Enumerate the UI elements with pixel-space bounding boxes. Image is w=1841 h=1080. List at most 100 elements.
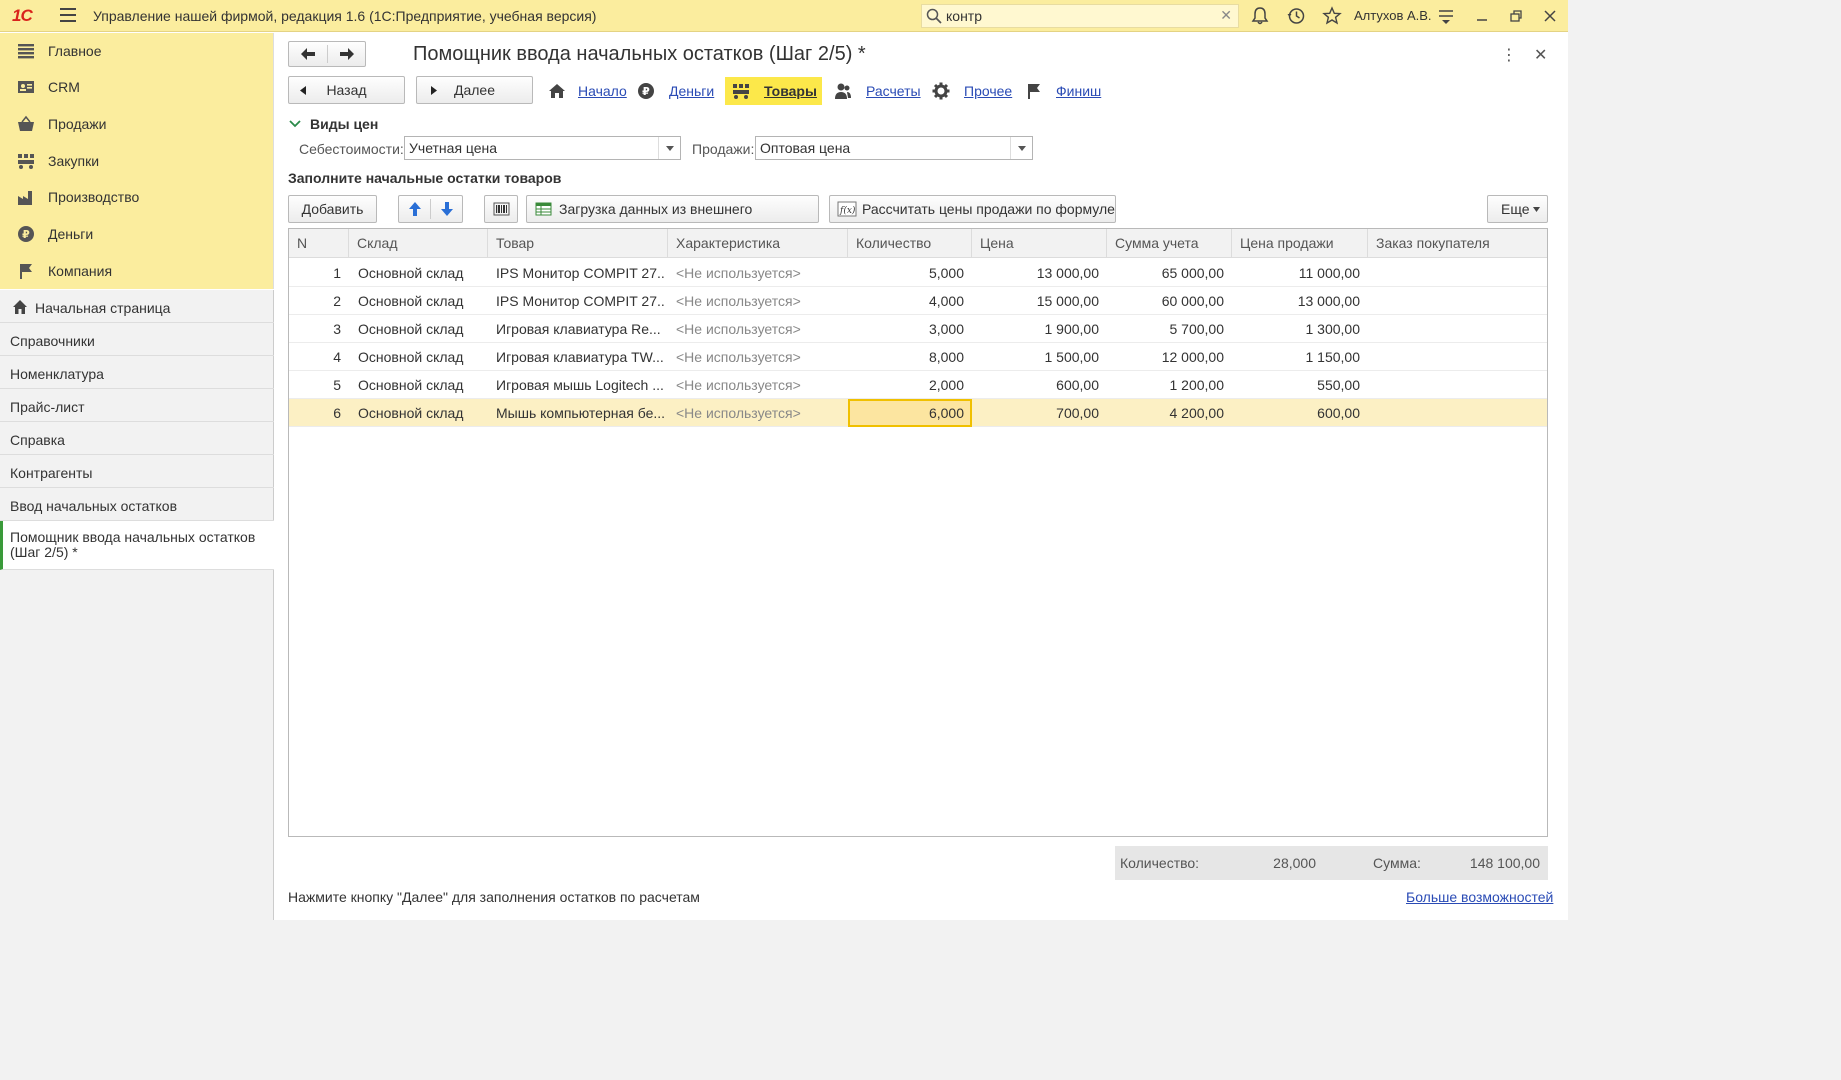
section-money[interactable]: ₽ Деньги: [0, 216, 274, 252]
table-row[interactable]: 1 Основной склад IPS Монитор COMPIT 27... <…: [289, 259, 1547, 287]
cell-n[interactable]: 5: [289, 371, 341, 399]
search-box[interactable]: ✕: [921, 4, 1239, 28]
cell-order[interactable]: [1376, 315, 1544, 343]
cell-warehouse[interactable]: Основной склад: [358, 371, 483, 399]
sales-price-field[interactable]: Оптовая цена: [755, 136, 1033, 160]
cell-product[interactable]: IPS Монитор COMPIT 27...: [496, 259, 664, 287]
column-header-order[interactable]: Заказ покупателя: [1368, 229, 1547, 258]
history-back-button[interactable]: [289, 42, 327, 66]
cell-order[interactable]: [1376, 287, 1544, 315]
cell-sum[interactable]: 1 200,00: [1107, 371, 1225, 399]
cell-product[interactable]: Игровая мышь Logitech ...: [496, 371, 664, 399]
cell-warehouse[interactable]: Основной склад: [358, 343, 483, 371]
column-header-product[interactable]: Товар: [488, 229, 668, 258]
cell-feature[interactable]: <Не используется>: [676, 343, 844, 371]
column-header-sale-price[interactable]: Цена продажи: [1232, 229, 1368, 258]
open-window-help[interactable]: Справка: [0, 422, 274, 455]
cell-warehouse[interactable]: Основной склад: [358, 315, 483, 343]
column-header-feature[interactable]: Характеристика: [668, 229, 848, 258]
cell-product[interactable]: IPS Монитор COMPIT 27...: [496, 287, 664, 315]
load-external-button[interactable]: Загрузка данных из внешнего источника: [526, 195, 819, 243]
back-button[interactable]: Назад: [288, 76, 405, 104]
cell-qty[interactable]: 8,000: [848, 343, 964, 371]
close-form-icon[interactable]: ✕: [1534, 45, 1547, 65]
settings-menu-icon[interactable]: [1436, 6, 1456, 26]
cell-feature[interactable]: <Не используется>: [676, 399, 844, 427]
cell-sum[interactable]: 12 000,00: [1107, 343, 1224, 371]
more-actions-icon[interactable]: ⋮: [1501, 45, 1517, 65]
column-header-warehouse[interactable]: Склад: [349, 229, 488, 258]
cell-warehouse[interactable]: Основной склад: [358, 399, 483, 427]
cell-sale-price[interactable]: 550,00: [1232, 371, 1360, 399]
step-goods-link[interactable]: Товары: [764, 83, 817, 99]
cell-sale-price[interactable]: 11 000,00: [1232, 259, 1360, 287]
cell-product[interactable]: Мышь компьютерная бе...: [496, 399, 664, 427]
price-types-group-title[interactable]: Виды цен: [310, 116, 378, 132]
open-window-price-list[interactable]: Прайс-лист: [0, 389, 274, 422]
cell-sum[interactable]: 5 700,00: [1107, 315, 1225, 343]
step-settlements-link[interactable]: Расчеты: [866, 83, 921, 99]
calc-prices-button[interactable]: f(x) Рассчитать цены продажи по формуле: [829, 195, 1116, 223]
cell-qty[interactable]: 3,000: [848, 315, 964, 343]
cell-order[interactable]: [1376, 371, 1544, 399]
goods-table[interactable]: N Склад Товар Характеристика Количество …: [288, 228, 1548, 837]
cell-order[interactable]: [1376, 343, 1544, 371]
cell-qty[interactable]: 6,000: [848, 399, 972, 427]
add-button[interactable]: Добавить: [288, 195, 377, 223]
cell-order[interactable]: [1376, 399, 1544, 427]
section-sales[interactable]: Продажи: [0, 106, 274, 142]
column-header-sum[interactable]: Сумма учета: [1107, 229, 1232, 258]
restore-window-icon[interactable]: [1506, 6, 1526, 26]
cell-feature[interactable]: <Не используется>: [676, 315, 844, 343]
table-row[interactable]: 4 Основной склад Игровая клавиатура TW... <…: [289, 343, 1547, 371]
search-input[interactable]: [946, 7, 1216, 25]
cell-price[interactable]: 700,00: [972, 399, 1099, 427]
table-row[interactable]: 3 Основной склад Игровая клавиатура Re... <…: [289, 315, 1547, 343]
next-button[interactable]: Далее: [416, 76, 533, 104]
cell-n[interactable]: 3: [289, 315, 341, 343]
cell-feature[interactable]: <Не используется>: [676, 259, 844, 287]
step-start-link[interactable]: Начало: [578, 83, 627, 99]
cell-n[interactable]: 1: [289, 259, 341, 287]
hamburger-menu-icon[interactable]: [60, 8, 76, 22]
cell-sale-price[interactable]: 600,00: [1232, 399, 1360, 427]
barcode-button[interactable]: [484, 195, 518, 223]
cell-sum[interactable]: 60 000,00: [1107, 287, 1224, 315]
open-window-home[interactable]: Начальная страница: [0, 290, 274, 323]
section-production[interactable]: Производство: [0, 179, 274, 215]
table-row[interactable]: 5 Основной склад Игровая мышь Logitech ...…: [289, 371, 1547, 399]
bell-icon[interactable]: [1250, 6, 1270, 26]
cell-sale-price[interactable]: 1 300,00: [1232, 315, 1361, 343]
close-window-icon[interactable]: [1540, 6, 1560, 26]
column-header-n[interactable]: N: [289, 229, 349, 258]
dropdown-icon[interactable]: [1010, 137, 1032, 159]
step-finish-link[interactable]: Финиш: [1056, 83, 1101, 99]
open-window-nomenclature[interactable]: Номенклатура: [0, 356, 274, 389]
column-header-qty[interactable]: Количество: [848, 229, 972, 258]
cost-price-field[interactable]: Учетная цена: [404, 136, 681, 160]
section-main[interactable]: Главное: [0, 33, 274, 69]
cell-product[interactable]: Игровая клавиатура TW...: [496, 343, 664, 371]
cell-sale-price[interactable]: 13 000,00: [1232, 287, 1360, 315]
move-down-button[interactable]: [431, 196, 463, 222]
favorites-star-icon[interactable]: [1322, 6, 1342, 26]
cell-sum[interactable]: 65 000,00: [1107, 259, 1224, 287]
cell-feature[interactable]: <Не используется>: [676, 287, 844, 315]
more-button[interactable]: Еще: [1487, 195, 1548, 223]
cell-n[interactable]: 6: [289, 399, 341, 427]
step-other-link[interactable]: Прочее: [964, 83, 1012, 99]
cell-price[interactable]: 600,00: [972, 371, 1099, 399]
cell-n[interactable]: 2: [289, 287, 341, 315]
history-forward-button[interactable]: [328, 42, 366, 66]
clear-search-icon[interactable]: ✕: [1220, 7, 1232, 24]
cell-price[interactable]: 13 000,00: [972, 259, 1099, 287]
cell-price[interactable]: 1 500,00: [972, 343, 1100, 371]
table-row[interactable]: 6 Основной склад Мышь компьютерная бе... <Н…: [289, 399, 1547, 427]
column-header-price[interactable]: Цена: [972, 229, 1107, 258]
section-crm[interactable]: CRM: [0, 69, 274, 105]
cell-qty[interactable]: 2,000: [848, 371, 964, 399]
chevron-down-icon[interactable]: [289, 120, 301, 128]
cell-product[interactable]: Игровая клавиатура Re...: [496, 315, 664, 343]
cell-qty[interactable]: 4,000: [848, 287, 964, 315]
cell-qty[interactable]: 5,000: [848, 259, 964, 287]
